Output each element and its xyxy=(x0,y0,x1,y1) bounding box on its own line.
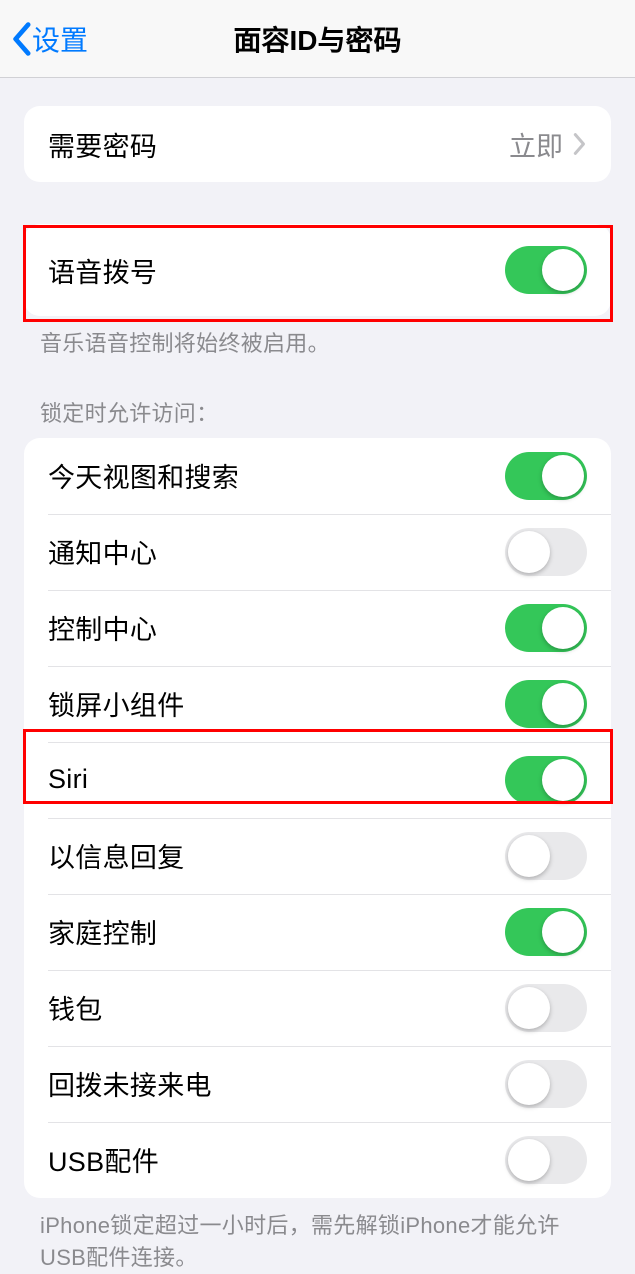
toggle-knob xyxy=(508,1139,550,1181)
locked-row-toggle[interactable] xyxy=(505,756,587,804)
require-passcode-label: 需要密码 xyxy=(48,125,157,164)
voice-dial-footer: 音乐语音控制将始终被启用。 xyxy=(40,328,595,360)
locked-row-toggle[interactable] xyxy=(505,528,587,576)
locked-row-label: 通知中心 xyxy=(48,532,157,571)
locked-row-toggle[interactable] xyxy=(505,452,587,500)
locked-row-toggle[interactable] xyxy=(505,604,587,652)
passcode-group: 需要密码 立即 xyxy=(24,106,611,182)
voice-dial-toggle[interactable] xyxy=(505,246,587,294)
toggle-knob xyxy=(542,911,584,953)
locked-row-toggle[interactable] xyxy=(505,680,587,728)
navbar: 设置 面容ID与密码 xyxy=(0,0,635,78)
locked-row: 控制中心 xyxy=(24,590,611,666)
locked-row: 回拨未接来电 xyxy=(24,1046,611,1122)
voice-dial-label: 语音拨号 xyxy=(48,251,157,290)
locked-row-toggle[interactable] xyxy=(505,1136,587,1184)
toggle-knob xyxy=(542,607,584,649)
locked-row-toggle[interactable] xyxy=(505,1060,587,1108)
usb-footer: iPhone锁定超过一小时后，需先解锁iPhone才能允许USB配件连接。 xyxy=(40,1210,595,1274)
locked-row-label: Siri xyxy=(48,764,88,795)
locked-row: 今天视图和搜索 xyxy=(24,438,611,514)
chevron-left-icon xyxy=(10,21,32,57)
locked-row-label: 控制中心 xyxy=(48,608,157,647)
page-title: 面容ID与密码 xyxy=(0,19,635,59)
locked-row-label: 钱包 xyxy=(48,988,103,1027)
back-label: 设置 xyxy=(32,19,88,59)
locked-row-label: USB配件 xyxy=(48,1140,159,1179)
toggle-knob xyxy=(542,683,584,725)
voice-dial-group: 语音拨号 xyxy=(24,224,611,316)
require-passcode-row[interactable]: 需要密码 立即 xyxy=(24,106,611,182)
toggle-knob xyxy=(542,455,584,497)
locked-row: 以信息回复 xyxy=(24,818,611,894)
row-right: 立即 xyxy=(509,125,587,164)
require-passcode-value: 立即 xyxy=(509,125,563,164)
locked-row: 锁屏小组件 xyxy=(24,666,611,742)
back-button[interactable]: 设置 xyxy=(10,19,88,59)
toggle-knob xyxy=(542,759,584,801)
locked-section-header: 锁定时允许访问： xyxy=(40,396,595,428)
locked-row-toggle[interactable] xyxy=(505,908,587,956)
locked-row: 家庭控制 xyxy=(24,894,611,970)
locked-row: Siri xyxy=(24,742,611,818)
locked-row: USB配件 xyxy=(24,1122,611,1198)
toggle-knob xyxy=(508,835,550,877)
locked-row-toggle[interactable] xyxy=(505,984,587,1032)
chevron-right-icon xyxy=(573,132,587,156)
locked-row-label: 家庭控制 xyxy=(48,912,157,951)
toggle-knob xyxy=(508,987,550,1029)
toggle-knob xyxy=(508,1063,550,1105)
locked-row: 通知中心 xyxy=(24,514,611,590)
locked-row-label: 今天视图和搜索 xyxy=(48,456,239,495)
locked-access-group: 今天视图和搜索通知中心控制中心锁屏小组件 Siri 以信息回复家庭控制钱包回拨未接来… xyxy=(24,438,611,1198)
locked-row-label: 以信息回复 xyxy=(48,836,185,875)
content: 需要密码 立即 语音拨号 音乐语音控制将始终被启用。 锁定时允许访问： 今天视图… xyxy=(0,78,635,1274)
toggle-knob xyxy=(542,249,584,291)
locked-row: 钱包 xyxy=(24,970,611,1046)
locked-row-toggle[interactable] xyxy=(505,832,587,880)
voice-dial-row: 语音拨号 xyxy=(24,224,611,316)
locked-row-label: 回拨未接来电 xyxy=(48,1064,212,1103)
toggle-knob xyxy=(508,531,550,573)
locked-row-label: 锁屏小组件 xyxy=(48,684,185,723)
